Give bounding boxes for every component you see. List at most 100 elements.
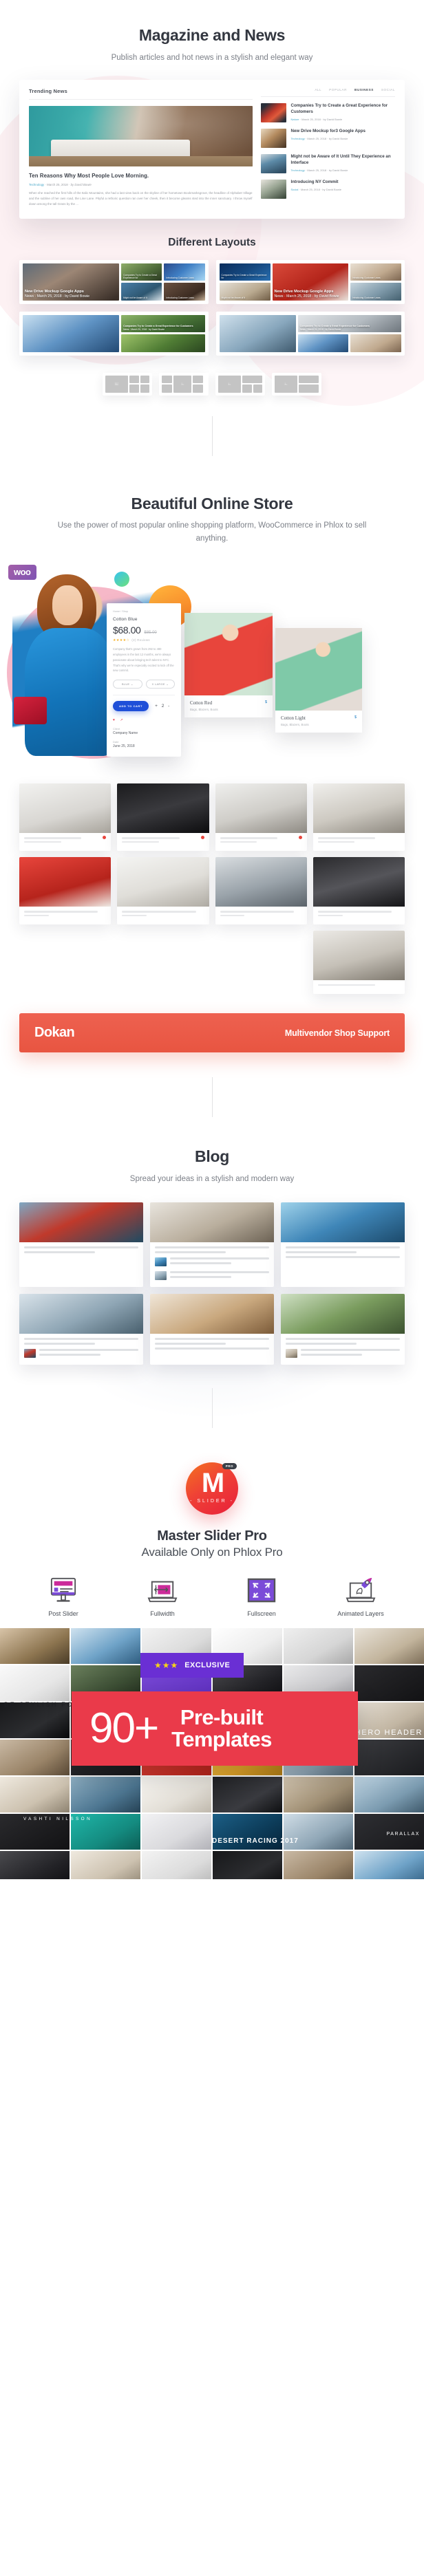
tab-popular[interactable]: POPULAR (329, 88, 347, 91)
feature-fullscreen[interactable]: Fullscreen (213, 1576, 310, 1617)
template-thumb[interactable] (284, 1627, 353, 1664)
feature-label: Fullwidth (150, 1610, 175, 1617)
list-item[interactable]: New Drive Mockup for3 Google Apps Techno… (260, 128, 395, 148)
template-thumb[interactable] (354, 1627, 424, 1664)
reviews-count[interactable]: (2) Reviews (131, 638, 150, 642)
template-thumb[interactable] (0, 1850, 70, 1879)
item-date: March 25, 2018 (301, 187, 320, 191)
magazine-subtitle: Publish articles and hot news in a styli… (111, 53, 313, 62)
shop-card[interactable] (19, 783, 112, 852)
layout-thumbnail-2[interactable] (159, 372, 209, 396)
blog-image (281, 1293, 405, 1334)
product-card[interactable]: $ Cotton Light Bags, Blazers, Boots (275, 628, 362, 733)
blog-card[interactable] (150, 1202, 274, 1287)
feature-fullwidth[interactable]: Fullwidth (114, 1576, 211, 1617)
layout-main-caption: New Drive Mockup Google Apps News · Marc… (275, 290, 346, 299)
layout-card[interactable]: Companies Try to Create a Great Experien… (19, 311, 209, 356)
product-detail-card: Home / Shop Cotton Blue $68.00 $85.00 ★★… (107, 603, 181, 757)
product-image (215, 783, 307, 834)
thumbnail-image (260, 153, 286, 173)
feature-post-slider[interactable]: Post Slider (15, 1576, 112, 1617)
template-thumb[interactable] (354, 1776, 424, 1812)
list-item-title: Might not be Aware of It Until They Expe… (290, 153, 391, 165)
feature-animated-layers[interactable]: Animated Layers (312, 1576, 409, 1617)
section-divider-line (211, 1077, 213, 1118)
add-to-cart-button[interactable]: ADD TO CART (113, 701, 149, 712)
template-thumb[interactable] (0, 1627, 70, 1664)
product-name: Cotton Blue (113, 617, 138, 623)
dokan-banner[interactable]: Dokan Multivendor Shop Support (19, 1013, 405, 1053)
template-thumb[interactable] (71, 1850, 140, 1879)
layout-thumbnail-3[interactable] (215, 372, 265, 396)
tab-all[interactable]: ALL (315, 88, 321, 91)
wishlist-share-icons[interactable]: ♥ ↗ (113, 718, 175, 722)
layout-main-image (23, 314, 120, 352)
list-item[interactable]: Introducing NY Commit Social · March 25,… (260, 179, 395, 199)
size-select[interactable]: X LARGE ⌄ (145, 680, 175, 689)
shop-card[interactable] (117, 783, 209, 852)
template-thumb[interactable] (284, 1776, 353, 1812)
magazine-mockup-wrap: Trending News Ten Reasons Why Most Peopl… (0, 79, 424, 224)
blog-card[interactable] (281, 1293, 405, 1365)
template-thumb[interactable] (142, 1776, 211, 1812)
blog-section: Blog Spread your ideas in a stylish and … (0, 1117, 424, 1428)
layout-thumbnail-1[interactable] (103, 372, 152, 396)
template-thumb[interactable] (354, 1739, 424, 1775)
template-thumb[interactable] (71, 1776, 140, 1812)
tab-social[interactable]: SOCIAL (381, 88, 395, 91)
templates-label: Pre-built Templates (171, 1706, 272, 1751)
date-label: Date (113, 740, 119, 744)
list-item[interactable]: Companies Try to Create a Great Experien… (260, 102, 395, 122)
shop-card[interactable] (215, 857, 307, 924)
image-placeholder-icon (114, 382, 119, 386)
list-item-title: New Drive Mockup for3 Google Apps (290, 128, 365, 133)
item-category: Social (290, 187, 299, 191)
shop-card[interactable] (312, 930, 405, 995)
breadcrumb[interactable]: Home / Shop (113, 610, 175, 613)
shop-card[interactable] (312, 857, 405, 924)
layout-row: New Drive Mockup Google Apps News · Marc… (0, 259, 424, 304)
master-slider-section: PRO M - SLIDER - Master Slider Pro Avail… (0, 1428, 424, 1879)
section-divider-line (211, 415, 213, 456)
model-handbag (14, 697, 47, 725)
color-select[interactable]: BLUE ⌄ (113, 680, 142, 689)
template-thumb[interactable] (71, 1627, 140, 1664)
product-image (215, 857, 307, 907)
template-thumb[interactable] (213, 1776, 282, 1812)
blog-card[interactable] (281, 1202, 405, 1287)
sale-dot (298, 836, 302, 840)
template-thumb[interactable] (213, 1850, 282, 1879)
template-thumb[interactable] (0, 1739, 70, 1775)
quantity-stepper[interactable]: + 2 - (155, 704, 171, 708)
prebuilt-templates-banner: 90+ Pre-built Templates (72, 1691, 358, 1766)
item-date: March 25, 2018 (307, 168, 327, 172)
product-card[interactable]: $ Cotton Red Bags, Blazers, Boots (184, 613, 273, 718)
feature-article-title[interactable]: Ten Reasons Why Most People Love Morning… (29, 172, 253, 180)
product-image (275, 628, 362, 711)
template-thumb[interactable] (354, 1850, 424, 1879)
template-thumb[interactable] (142, 1850, 211, 1879)
template-count: 90+ (89, 1704, 159, 1753)
blog-card[interactable] (19, 1202, 143, 1287)
template-thumb[interactable] (0, 1665, 70, 1701)
template-thumb[interactable] (284, 1850, 353, 1879)
template-thumb[interactable] (142, 1813, 211, 1850)
template-thumb[interactable] (354, 1665, 424, 1701)
feature-label: Animated Layers (337, 1610, 384, 1617)
layout-card[interactable]: Companies Try to Create a Great Experien… (215, 259, 405, 304)
shop-card[interactable] (117, 857, 209, 924)
shop-card[interactable] (19, 857, 112, 924)
blog-card[interactable] (19, 1293, 143, 1365)
layout-main-image: New Drive Mockup Google Apps News · Marc… (23, 263, 120, 301)
article-category[interactable]: Technology (29, 183, 44, 186)
list-item[interactable]: Might not be Aware of It Until They Expe… (260, 153, 395, 173)
layout-card[interactable]: Companies Try to Create a Great Experien… (215, 311, 405, 356)
template-thumb[interactable] (0, 1776, 70, 1812)
tab-business[interactable]: BUSINESS (354, 88, 374, 91)
shop-card[interactable] (312, 783, 405, 852)
blog-card[interactable] (150, 1293, 274, 1365)
shop-card[interactable] (215, 783, 307, 852)
store-subtitle: Use the power of most popular online sho… (57, 521, 367, 543)
layout-card[interactable]: New Drive Mockup Google Apps News · Marc… (19, 259, 209, 304)
layout-thumbnail-4[interactable] (272, 372, 321, 396)
